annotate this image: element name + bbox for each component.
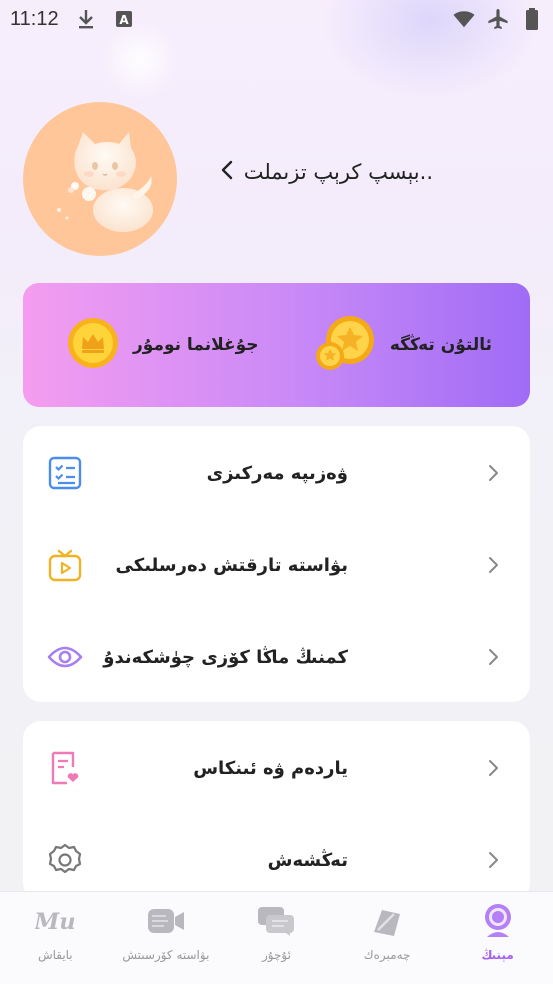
video-camera-icon bbox=[146, 904, 186, 938]
menu-label-who-viewed-me: كمنىڭ ماڭا كۆزى چۈشكەندۇ bbox=[103, 646, 348, 668]
airplane-icon bbox=[487, 8, 509, 30]
help-heart-icon bbox=[47, 750, 83, 786]
text-a-icon: A bbox=[113, 8, 135, 30]
menu-card-primary: ۋەزىپە مەركىزى بۋاسته تارقتش دەرسلىكى كم… bbox=[23, 426, 530, 702]
battery-icon bbox=[521, 8, 543, 30]
menu-label-live-course: بۋاسته تارقتش دەرسلىكى bbox=[115, 554, 348, 576]
crown-coin-icon bbox=[67, 317, 119, 373]
menu-label-task-center: ۋەزىپە مەركىزى bbox=[206, 462, 348, 484]
chevron-right-icon bbox=[483, 463, 503, 483]
mu-logo-icon: Mu bbox=[35, 904, 75, 938]
menu-item-settings[interactable]: تەڭشەش bbox=[23, 830, 530, 890]
gear-icon bbox=[47, 842, 83, 878]
bottom-nav: Mu بايقاش بۋاسته كۆرسىتش ئۇچۇر چەمبرەك م… bbox=[0, 891, 553, 984]
nav-me[interactable]: مېنىڭ bbox=[442, 892, 553, 984]
nav-label-messages: ئۇچۇر bbox=[262, 948, 291, 962]
nav-discover[interactable]: Mu بايقاش bbox=[0, 892, 111, 984]
eye-icon bbox=[47, 639, 83, 675]
gold-coins-icon bbox=[314, 314, 376, 376]
nav-label-circle: چەمبرەك bbox=[363, 948, 411, 962]
points-label: جۇغلانما نومۇر bbox=[133, 335, 259, 355]
nav-label-me: مېنىڭ bbox=[481, 948, 514, 962]
download-icon bbox=[75, 8, 97, 30]
avatar[interactable] bbox=[23, 102, 177, 256]
svg-text:Mu: Mu bbox=[35, 909, 75, 935]
profile-name: بېسپ كرېپ تزىملت.. bbox=[243, 160, 433, 184]
chevron-right-icon bbox=[483, 850, 503, 870]
chat-bubbles-icon bbox=[256, 904, 296, 938]
menu-item-help-feedback[interactable]: ياردەم ۋە ئىنكاس bbox=[23, 738, 530, 798]
gold-coin-item[interactable]: ئالتۇن تەڭگە bbox=[314, 314, 492, 376]
astronaut-icon bbox=[478, 904, 518, 938]
menu-card-secondary: ياردەم ۋە ئىنكاس تەڭشەش bbox=[23, 721, 530, 901]
gold-coin-label: ئالتۇن تەڭگە bbox=[389, 335, 492, 355]
wifi-icon bbox=[453, 8, 475, 30]
menu-item-live-course[interactable]: بۋاسته تارقتش دەرسلىكى bbox=[23, 535, 530, 595]
menu-label-help-feedback: ياردەم ۋە ئىنكاس bbox=[193, 757, 348, 779]
chevron-right-icon bbox=[483, 555, 503, 575]
status-time: 11:12 bbox=[10, 7, 59, 30]
tv-play-icon bbox=[47, 547, 83, 583]
chevron-right-icon bbox=[483, 647, 503, 667]
svg-text:A: A bbox=[119, 13, 129, 27]
wallet-banner: جۇغلانما نومۇر ئالتۇن تەڭگە bbox=[23, 283, 530, 407]
chevron-right-icon bbox=[483, 758, 503, 778]
nav-label-live: بۋاسته كۆرسىتش bbox=[122, 948, 210, 962]
status-right bbox=[453, 8, 543, 30]
nav-messages[interactable]: ئۇچۇر bbox=[221, 892, 332, 984]
nav-label-discover: بايقاش bbox=[37, 948, 73, 962]
task-list-icon bbox=[47, 455, 83, 491]
profile-name-row[interactable]: بېسپ كرېپ تزىملت.. bbox=[220, 160, 433, 184]
nav-live[interactable]: بۋاسته كۆرسىتش bbox=[111, 892, 222, 984]
menu-label-settings: تەڭشەش bbox=[267, 849, 348, 871]
cat-avatar-icon bbox=[57, 132, 153, 232]
menu-item-task-center[interactable]: ۋەزىپە مەركىزى bbox=[23, 443, 530, 503]
nav-circle[interactable]: چەمبرەك bbox=[332, 892, 443, 984]
chevron-left-icon bbox=[220, 160, 234, 184]
compass-icon bbox=[367, 904, 407, 938]
status-left: 11:12 A bbox=[10, 8, 135, 31]
menu-item-who-viewed-me[interactable]: كمنىڭ ماڭا كۆزى چۈشكەندۇ bbox=[23, 627, 530, 687]
status-bar: 11:12 A bbox=[0, 0, 553, 38]
points-item[interactable]: جۇغلانما نومۇر bbox=[67, 317, 259, 373]
